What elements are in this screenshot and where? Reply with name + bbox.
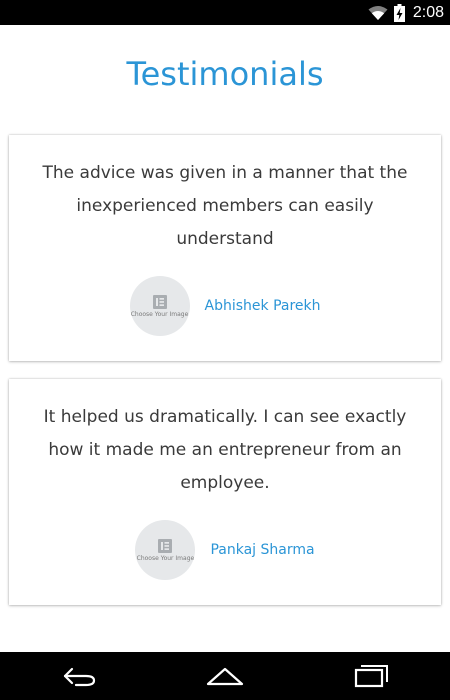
testimonial-author: Choose Your Image Pankaj Sharma [9,520,441,580]
back-icon [63,667,96,687]
image-placeholder-icon [152,294,167,309]
testimonial-card: It helped us dramatically. I can see exa… [9,379,441,605]
avatar[interactable]: Choose Your Image [129,276,190,336]
battery-icon [393,3,405,22]
wifi-icon [368,5,388,20]
page-title: Testimonials [126,55,324,93]
image-placeholder-icon [158,538,173,553]
testimonial-quote: The advice was given in a manner that th… [42,163,408,249]
status-bar: 2:08 [0,0,450,25]
status-time: 2:08 [412,3,444,21]
author-name: Abhishek Parekh [204,298,321,314]
back-button[interactable] [60,664,100,688]
avatar[interactable]: Choose Your Image [135,520,196,580]
recent-apps-button[interactable] [351,664,391,688]
navigation-bar [0,652,450,700]
testimonial-card: The advice was given in a manner that th… [9,135,441,361]
testimonial-quote: It helped us dramatically. I can see exa… [43,407,407,493]
recent-apps-icon [354,665,388,688]
avatar-placeholder-text: Choose Your Image [136,554,195,562]
home-button[interactable] [205,664,245,688]
testimonial-author: Choose Your Image Abhishek Parekh [9,276,441,336]
author-name: Pankaj Sharma [210,542,315,558]
avatar-placeholder-text: Choose Your Image [130,310,189,318]
content-area[interactable]: Testimonials The advice was given in a m… [0,25,450,652]
home-icon [206,667,244,686]
status-icons: 2:08 [368,0,444,25]
